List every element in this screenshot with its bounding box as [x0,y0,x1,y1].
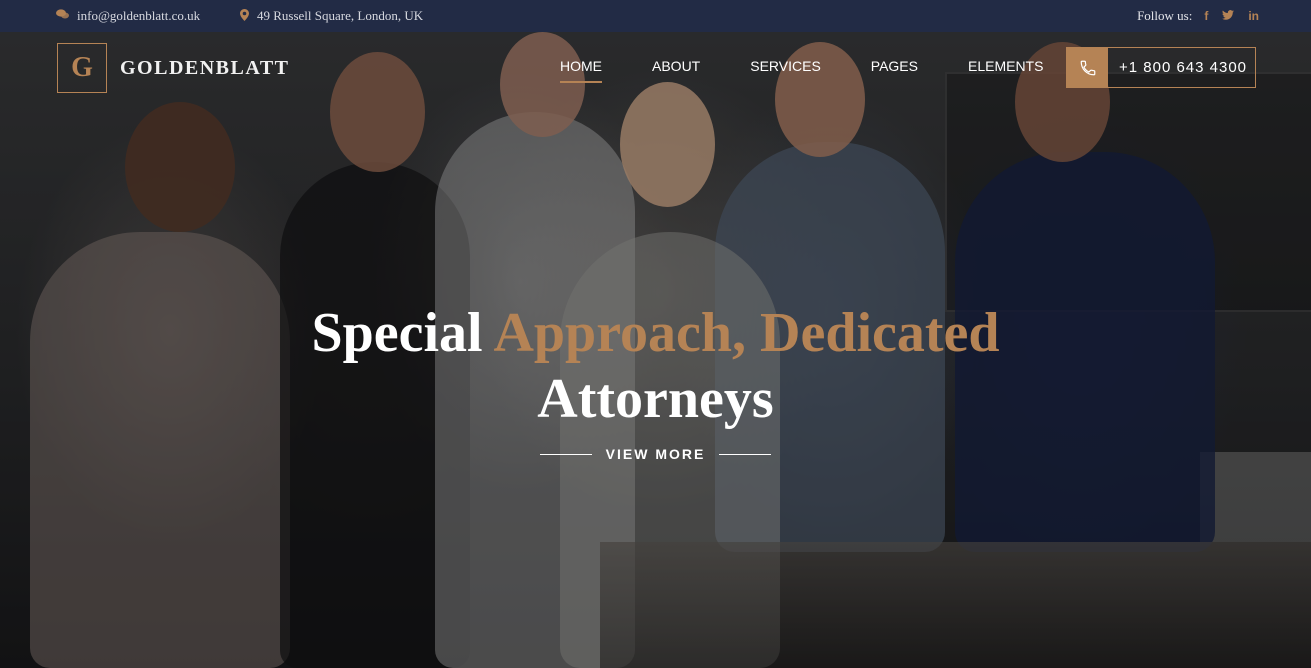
site-logo[interactable]: G GOLDENBLATT [57,43,290,93]
address-text: 49 Russell Square, London, UK [257,8,424,23]
divider-line [718,453,771,455]
view-more-label[interactable]: VIEW MORE [606,446,706,462]
headline-accent: Approach, Dedicated [493,302,1000,364]
twitter-icon[interactable] [1222,9,1235,23]
facebook-icon[interactable]: f [1204,9,1208,23]
linkedin-icon[interactable]: in [1248,9,1259,23]
phone-number[interactable]: +1 800 643 4300 [1108,59,1247,76]
headline-part2: Attorneys [537,368,774,430]
hero-headline: Special Approach, Dedicated Attorneys [0,300,1311,432]
social-follow: Follow us: f in [1137,8,1259,24]
headline-part1: Special [311,302,494,364]
top-bar: info@goldenblatt.co.uk 49 Russell Square… [0,0,1311,32]
email-contact[interactable]: info@goldenblatt.co.uk [56,8,200,24]
follow-label: Follow us: [1137,8,1193,23]
phone-icon [1067,48,1108,87]
nav-pages[interactable]: PAGES [871,58,918,83]
map-pin-icon [240,8,249,24]
address-contact: 49 Russell Square, London, UK [240,8,423,24]
nav-home[interactable]: HOME [560,58,602,83]
chat-icon [56,9,69,23]
nav-about[interactable]: ABOUT [652,58,700,83]
view-more-button[interactable]: VIEW MORE [540,444,771,464]
divider-line [540,453,592,455]
nav-services[interactable]: SERVICES [750,58,821,83]
logo-text: GOLDENBLATT [120,56,290,79]
nav-elements[interactable]: ELEMENTS [968,58,1043,83]
phone-button[interactable]: +1 800 643 4300 [1066,47,1256,88]
main-nav: HOME ABOUT SERVICES PAGES ELEMENTS [560,58,1043,83]
email-text[interactable]: info@goldenblatt.co.uk [77,8,200,24]
logo-mark: G [57,43,107,93]
